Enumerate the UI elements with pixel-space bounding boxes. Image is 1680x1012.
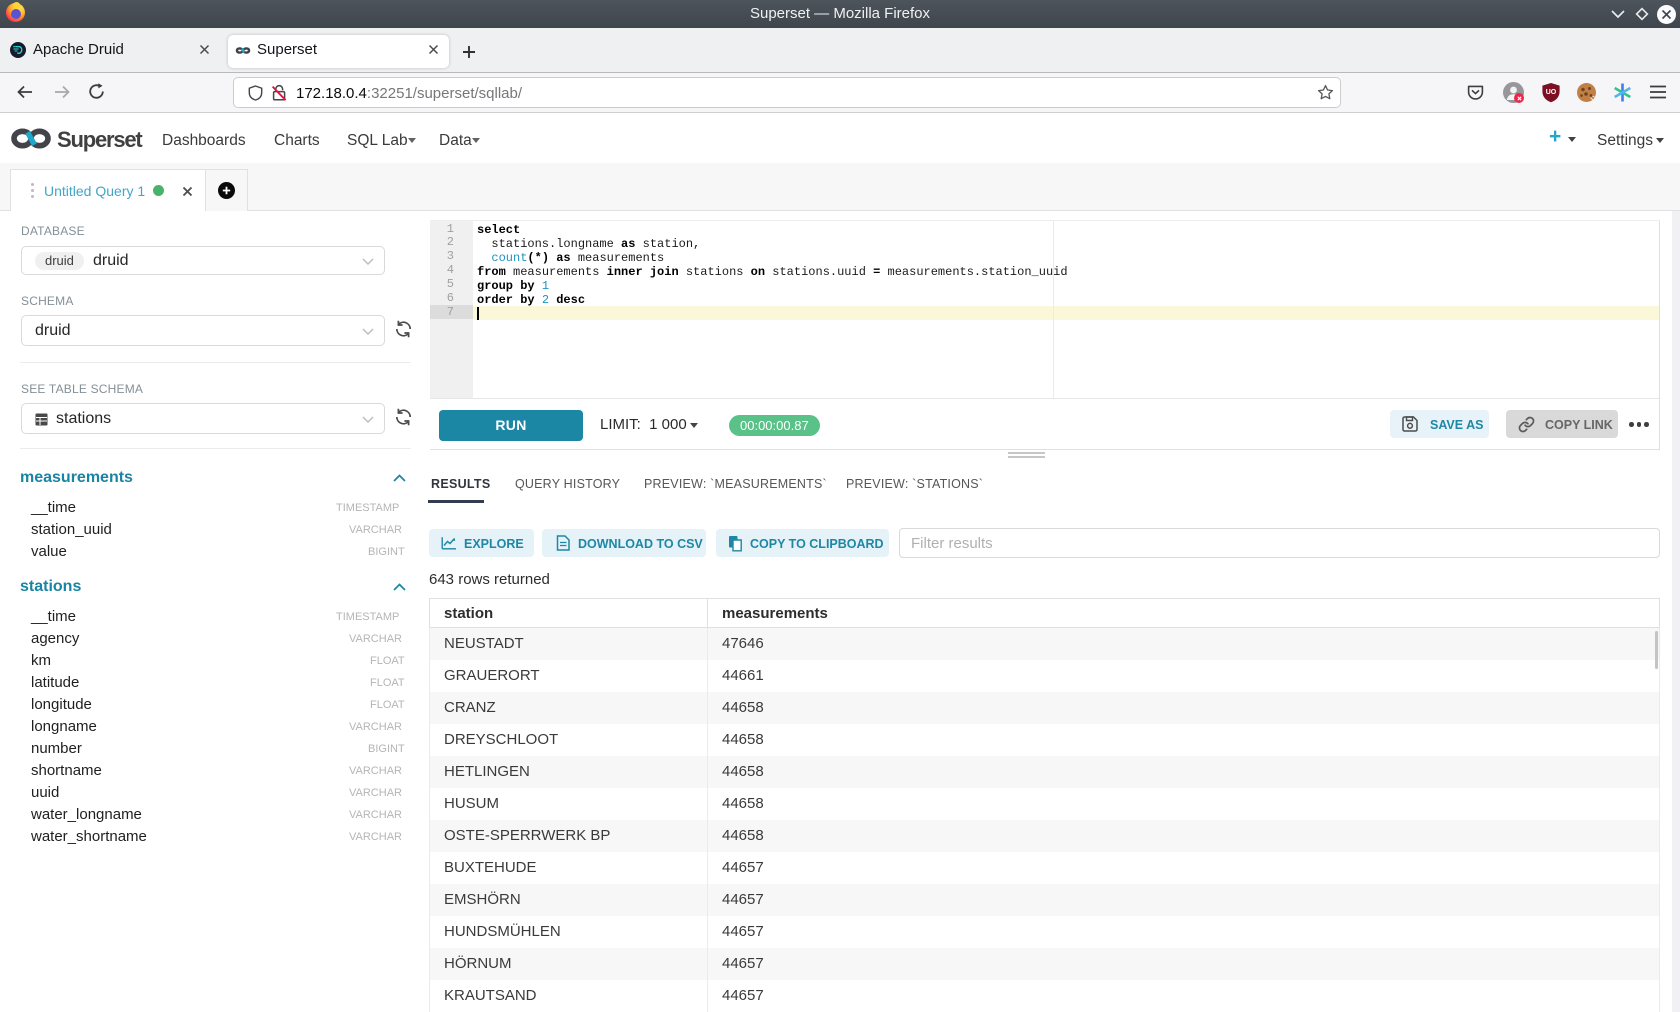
svg-text:UO: UO (1546, 89, 1557, 96)
